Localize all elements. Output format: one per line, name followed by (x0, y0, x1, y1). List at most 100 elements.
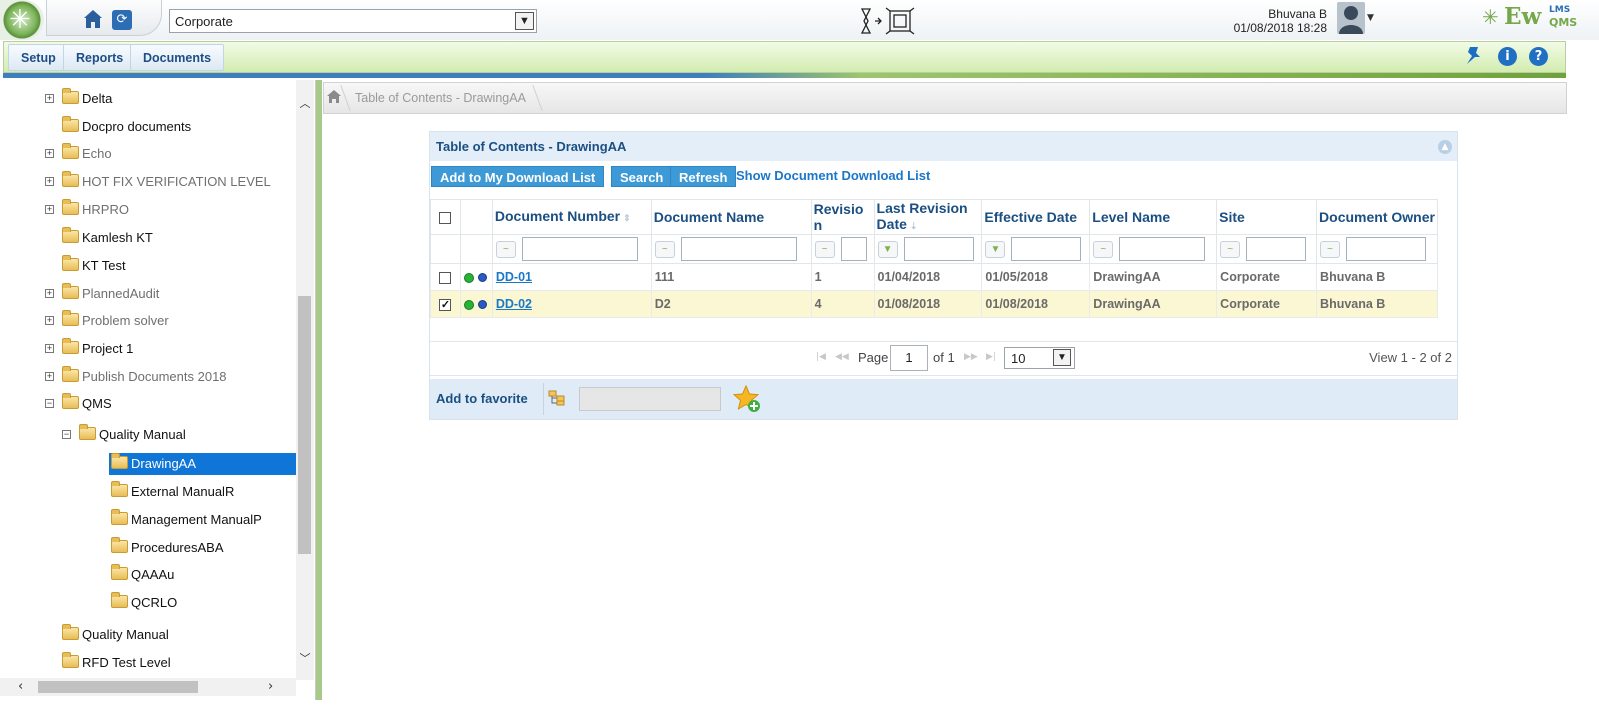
last-page-icon[interactable]: ▶| (986, 352, 996, 362)
chevron-down-icon[interactable]: ▼ (1053, 349, 1071, 366)
col-header-effective-date[interactable]: Effective Date (981, 199, 1091, 235)
avatar-icon[interactable] (1337, 2, 1365, 34)
menu-setup[interactable]: Setup (8, 44, 69, 71)
caret-down-icon[interactable]: ▼ (1367, 13, 1374, 23)
tree-item[interactable]: Quality Manual (45, 624, 296, 646)
expand-icon[interactable]: + (45, 149, 54, 158)
tree-vertical-scroll-thumb[interactable] (298, 296, 311, 554)
tree-item[interactable]: − QMS (45, 393, 296, 415)
document-link[interactable]: DD-02 (496, 297, 532, 311)
menu-documents[interactable]: Documents (130, 44, 225, 71)
expand-icon[interactable]: + (45, 316, 54, 325)
scroll-down-icon[interactable]: ﹀ (299, 650, 311, 665)
filter-operator-icon[interactable]: ~ (654, 240, 675, 258)
tree-item[interactable]: Docpro documents (45, 116, 296, 138)
row-checkbox-checked[interactable]: ✓ (439, 298, 452, 311)
col-header-site[interactable]: Site (1216, 199, 1318, 235)
col-header-document-number[interactable]: Document Number ⇕ (491, 199, 652, 235)
tree-item[interactable]: + Publish Documents 2018 (45, 366, 296, 388)
tree-item[interactable]: RFD Test Level (45, 652, 296, 674)
menu-reports[interactable]: Reports (63, 44, 137, 71)
tree-item[interactable]: KT Test (45, 255, 296, 277)
tree-item[interactable]: QAAAu (79, 564, 296, 586)
tree-item[interactable]: ProceduresABA (79, 537, 296, 559)
app-logo-icon[interactable]: ✳ (0, 0, 44, 40)
tree-item[interactable]: Management ManualP (79, 509, 296, 531)
col-header-document-owner[interactable]: Document Owner (1316, 199, 1438, 235)
table-row[interactable]: ✓ DD-02 D2 4 01/08/2018 01/08/2018 Drawi… (430, 290, 1438, 318)
filter-revision-input[interactable] (840, 237, 867, 261)
folder-tree-picker-icon[interactable] (548, 390, 566, 406)
sort-icon[interactable]: ⇣ (910, 221, 918, 231)
breadcrumb-current[interactable]: Table of Contents - DrawingAA (355, 91, 526, 105)
pin-icon[interactable] (1464, 45, 1484, 65)
next-page-icon[interactable]: ▶▶ (964, 352, 978, 362)
filter-document-name-input[interactable] (680, 237, 797, 261)
filter-operator-icon[interactable]: ~ (1093, 240, 1114, 258)
tree-item[interactable]: QCRLO (79, 592, 296, 614)
col-header-level-name[interactable]: Level Name (1089, 199, 1218, 235)
switch-screen-icon[interactable] (859, 7, 915, 35)
refresh-icon[interactable]: ⟳ (112, 10, 132, 30)
tree-item[interactable]: DrawingAA (109, 453, 296, 475)
filter-last-revision-date-input[interactable] (903, 237, 974, 261)
expand-icon[interactable]: + (45, 94, 54, 103)
info-icon[interactable]: i (1498, 47, 1517, 66)
prev-page-icon[interactable]: ◀◀ (835, 352, 849, 362)
favorite-path-input[interactable] (579, 387, 721, 411)
first-page-icon[interactable]: |◀ (816, 352, 826, 362)
filter-document-owner-input[interactable] (1346, 237, 1427, 261)
tree-item[interactable]: + Delta (45, 88, 296, 110)
expand-icon[interactable]: + (45, 372, 54, 381)
site-select[interactable]: Corporate ▼ (169, 9, 537, 33)
help-icon[interactable]: ? (1529, 47, 1548, 66)
rows-per-page-select[interactable]: 10 ▼ (1004, 347, 1075, 369)
document-link[interactable]: DD-01 (496, 270, 532, 284)
collapse-tree-icon[interactable]: − (45, 399, 54, 408)
tree-item[interactable]: + Project 1 (45, 338, 296, 360)
tree-horizontal-scroll-thumb[interactable] (38, 681, 198, 693)
show-download-list-link[interactable]: Show Document Download List (736, 168, 930, 183)
add-to-download-list-button[interactable]: Add to My Download List (431, 166, 605, 187)
tree-item[interactable]: + Problem solver (45, 310, 296, 332)
expand-icon[interactable]: + (45, 289, 54, 298)
tree-item[interactable]: + PlannedAudit (45, 283, 296, 305)
home-icon[interactable] (82, 8, 104, 30)
refresh-button[interactable]: Refresh (670, 166, 737, 187)
col-header-last-revision-date[interactable]: Last Revision Date ⇣ (873, 199, 983, 235)
filter-effective-date-input[interactable] (1011, 237, 1082, 261)
table-row[interactable]: DD-01 111 1 01/04/2018 01/05/2018 Drawin… (430, 263, 1438, 291)
filter-document-number-input[interactable] (521, 237, 638, 261)
filter-operator-icon[interactable]: ~ (1320, 240, 1341, 258)
tree-item[interactable]: + HRPRO (45, 199, 296, 221)
filter-operator-icon[interactable]: ~ (814, 240, 835, 258)
collapse-tree-icon[interactable]: − (62, 430, 71, 439)
tree-item[interactable]: External ManualR (79, 481, 296, 503)
filter-site-input[interactable] (1246, 237, 1307, 261)
filter-operator-icon[interactable]: ~ (495, 240, 516, 258)
tree-item[interactable]: − Quality Manual (62, 424, 296, 446)
sort-icon[interactable]: ⇕ (623, 213, 631, 223)
filter-operator-icon[interactable]: ▼ (985, 240, 1006, 258)
collapse-icon[interactable]: ▲ (1438, 140, 1452, 154)
col-header-revision[interactable]: Revisio n (810, 199, 875, 235)
page-number-input[interactable]: 1 (890, 345, 928, 371)
tree-item[interactable]: + HOT FIX VERIFICATION LEVEL (45, 171, 296, 193)
select-all-checkbox[interactable] (439, 212, 452, 225)
row-checkbox[interactable] (439, 271, 452, 284)
filter-operator-icon[interactable]: ▼ (877, 240, 898, 258)
filter-level-name-input[interactable] (1119, 237, 1206, 261)
scroll-up-icon[interactable]: ︿ (299, 95, 311, 110)
panel-splitter[interactable] (316, 80, 322, 700)
expand-icon[interactable]: + (45, 344, 54, 353)
add-favorite-star-icon[interactable] (733, 385, 761, 413)
tree-item[interactable]: + Echo (45, 143, 296, 165)
tree-item[interactable]: Kamlesh KT (45, 227, 296, 249)
col-header-document-name[interactable]: Document Name (650, 199, 812, 235)
expand-icon[interactable]: + (45, 177, 54, 186)
scroll-right-icon[interactable]: › (268, 679, 280, 694)
expand-icon[interactable]: + (45, 205, 54, 214)
search-button[interactable]: Search (611, 166, 673, 187)
breadcrumb-home-icon[interactable] (327, 90, 341, 103)
filter-operator-icon[interactable]: ~ (1220, 240, 1241, 258)
